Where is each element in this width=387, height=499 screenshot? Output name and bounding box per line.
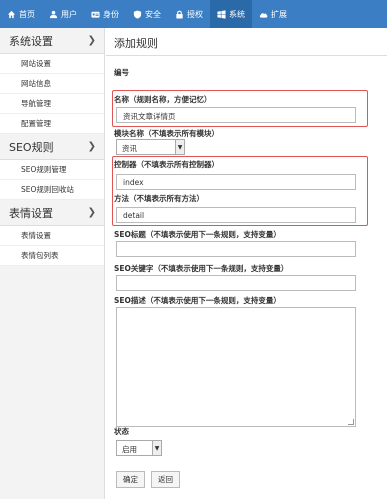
shield-icon [133,9,142,19]
nav-label: 系统 [229,9,245,19]
nav-item-security[interactable]: 安全 [126,0,168,28]
chevron-right-icon: ❯ [87,141,96,152]
nav-item-home[interactable]: 首页 [0,0,42,28]
top-nav: 首页 用户 身份 安全 授权 系统 扩展 [0,0,387,28]
sidebar-section-title: SEO规则 [9,140,54,154]
status-select[interactable]: 启用 ▼ [116,440,162,456]
sidebar-section-title: 表情设置 [9,206,53,220]
nav-label: 扩展 [271,9,287,19]
back-button[interactable]: 返回 [151,471,180,488]
nav-item-extend[interactable]: 扩展 [252,0,294,28]
nav-label: 用户 [61,9,77,19]
name-input[interactable]: 资讯文章详情页 [116,107,356,123]
module-select[interactable]: 资讯 ▼ [116,139,185,155]
page-title: 添加规则 [106,28,387,56]
user-icon [49,10,58,18]
nav-item-system[interactable]: 系统 [210,0,252,28]
status-select-value: 启用 [122,445,137,454]
sidebar-item-seo-rules[interactable]: SEO规则管理 [0,160,104,180]
id-icon [91,11,100,18]
nav-item-auth[interactable]: 授权 [168,0,210,28]
controller-input[interactable]: index [116,174,356,190]
seo-desc-label: SEO描述（不填表示使用下一条规则，支持变量） [114,296,281,305]
chevron-right-icon: ❯ [87,207,96,218]
chevron-down-icon: ▼ [152,441,161,455]
sidebar-section-title: 系统设置 [9,34,53,48]
id-label: 编号 [114,68,129,77]
nav-item-users[interactable]: 用户 [42,0,84,28]
nav-item-identity[interactable]: 身份 [84,0,126,28]
nav-label: 安全 [145,9,161,19]
submit-button[interactable]: 确定 [116,471,145,488]
action-input[interactable]: detail [116,207,356,223]
sidebar-section-emoji[interactable]: 表情设置 ❯ [0,200,104,226]
controller-label: 控制器（不填表示所有控制器） [114,160,219,169]
sidebar-item-site-info[interactable]: 网站信息 [0,74,104,94]
nav-label: 身份 [103,9,119,19]
module-select-value: 资讯 [122,144,137,153]
sidebar-section-system[interactable]: 系统设置 ❯ [0,28,104,54]
main-content: 添加规则 编号 名称（规则名称，方便记忆） 资讯文章详情页 模块名称（不填表示所… [106,28,387,499]
seo-title-input[interactable] [116,241,356,257]
resize-grip-icon[interactable] [348,419,354,425]
sidebar-item-seo-recycle[interactable]: SEO规则回收站 [0,180,104,200]
lock-icon [176,10,183,19]
name-label: 名称（规则名称，方便记忆） [114,95,212,104]
sidebar-item-nav-manage[interactable]: 导航管理 [0,94,104,114]
nav-label: 首页 [19,9,35,19]
sidebar-item-config-manage[interactable]: 配置管理 [0,114,104,134]
action-label: 方法（不填表示所有方法） [114,194,204,203]
module-label: 模块名称（不填表示所有模块） [114,129,219,138]
windows-icon [217,9,226,19]
sidebar-item-emoji-settings[interactable]: 表情设置 [0,226,104,246]
nav-label: 授权 [187,9,203,19]
seo-desc-textarea[interactable] [116,307,356,427]
sidebar-item-site-settings[interactable]: 网站设置 [0,54,104,74]
home-icon [7,10,16,18]
sidebar: 系统设置 ❯ 网站设置 网站信息 导航管理 配置管理 SEO规则 ❯ SEO规则… [0,28,105,499]
seo-keywords-label: SEO关键字（不填表示使用下一条规则，支持变量） [114,264,289,273]
seo-title-label: SEO标题（不填表示使用下一条规则，支持变量） [114,230,281,239]
sidebar-section-seo[interactable]: SEO规则 ❯ [0,134,104,160]
seo-keywords-input[interactable] [116,275,356,291]
status-label: 状态 [114,427,129,436]
sidebar-item-emoji-packs[interactable]: 表情包列表 [0,246,104,266]
chevron-down-icon: ▼ [175,140,184,154]
cloud-icon [259,12,268,18]
chevron-right-icon: ❯ [87,35,96,46]
